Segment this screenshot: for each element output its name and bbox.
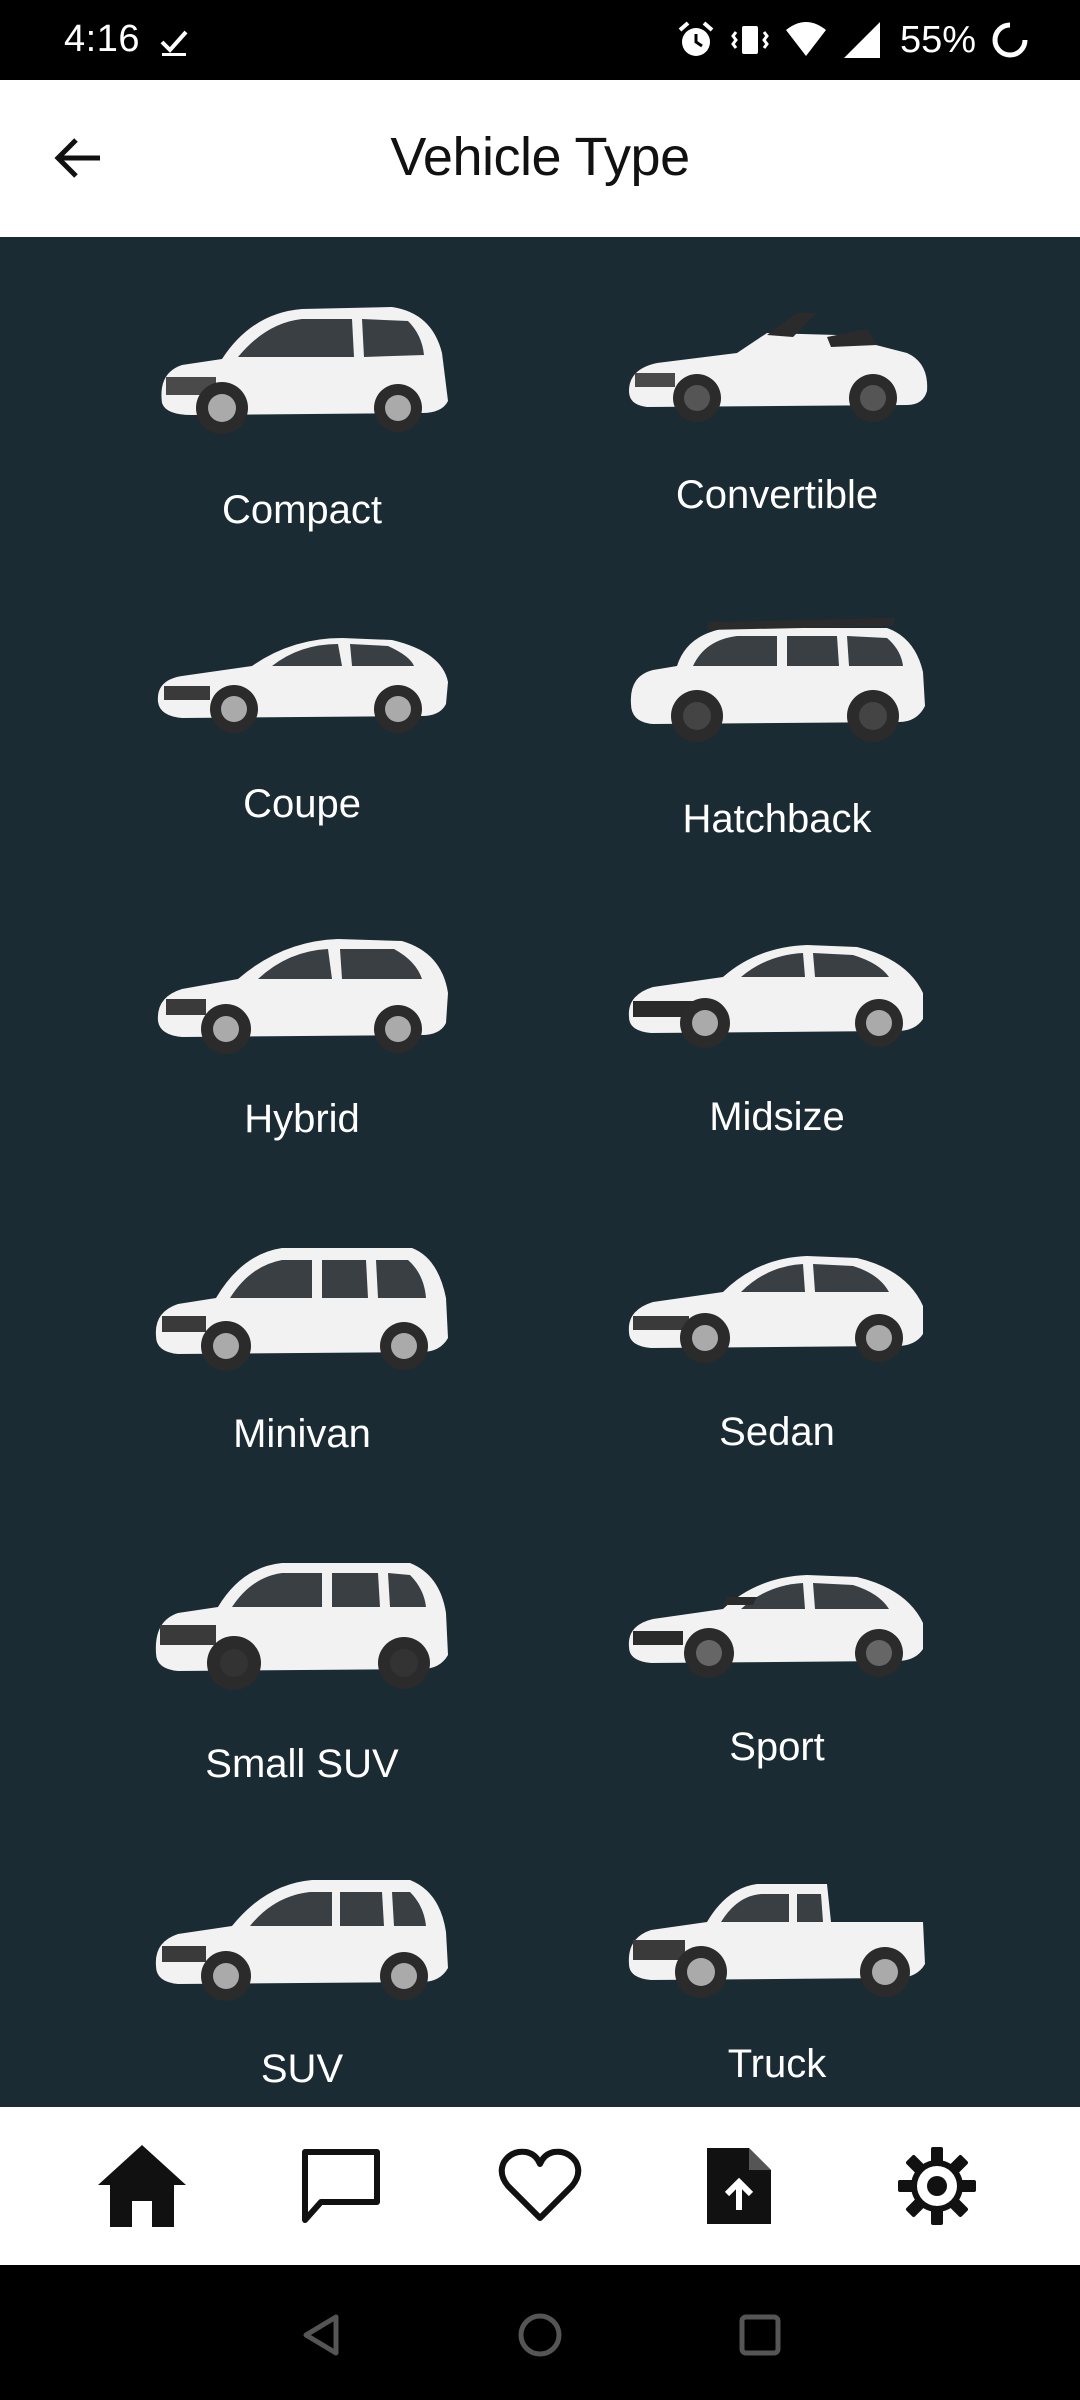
vehicle-card-minivan[interactable]: Minivan — [132, 1212, 472, 1492]
truck-car-image — [628, 1884, 925, 1998]
status-bar: 4:16 55% — [0, 0, 1080, 80]
sedan-car-image — [628, 1256, 923, 1363]
heart-icon — [498, 2148, 582, 2221]
vehicle-card-truck[interactable]: Truck — [607, 1842, 947, 2122]
nav-favorites[interactable] — [465, 2107, 615, 2265]
hybrid-car-image — [157, 939, 448, 1054]
system-back-button[interactable] — [282, 2295, 362, 2375]
wifi-icon — [785, 22, 826, 56]
vehicle-label: Sedan — [719, 1410, 835, 1454]
minivan-car-image — [155, 1248, 448, 1371]
recents-square-icon — [739, 2314, 781, 2356]
upload-file-icon — [707, 2148, 771, 2224]
settings-icon — [898, 2147, 976, 2225]
sport-car-image — [628, 1575, 923, 1678]
back-triangle-icon — [303, 2314, 339, 2356]
vehicle-label: Hybrid — [244, 1097, 360, 1141]
home-circle-icon — [518, 2313, 562, 2357]
vehicle-label: Compact — [221, 488, 383, 532]
hatchback-car-image — [630, 618, 925, 742]
vehicle-card-convertible[interactable]: Convertible — [607, 273, 947, 553]
vehicle-card-coupe[interactable]: Coupe — [132, 582, 472, 862]
page-title: Vehicle Type — [390, 127, 690, 187]
vehicle-card-sedan[interactable]: Sedan — [607, 1212, 947, 1492]
convertible-car-image — [629, 313, 928, 422]
vehicle-label: Sport — [729, 1725, 825, 1769]
vehicle-card-small-suv[interactable]: Small SUV — [132, 1527, 472, 1807]
midsize-car-image — [628, 945, 923, 1048]
status-icons: 55% — [676, 14, 1030, 66]
suv-car-image — [155, 1880, 448, 2001]
vehicle-label: Midsize — [709, 1095, 845, 1139]
vehicle-label: SUV — [260, 2047, 344, 2091]
vehicle-label: Truck — [727, 2042, 827, 2086]
nav-home[interactable] — [67, 2107, 217, 2265]
compact-car-image — [161, 307, 448, 434]
small-suv-car-image — [155, 1563, 448, 1690]
battery-icon — [992, 22, 1028, 58]
alarm-icon — [678, 21, 714, 56]
system-recents-button[interactable] — [720, 2295, 800, 2375]
download-check-icon — [160, 30, 188, 56]
bottom-navigation — [0, 2107, 1080, 2265]
battery-percent: 55% — [899, 18, 976, 61]
chat-icon — [302, 2149, 380, 2223]
vehicle-card-compact[interactable]: Compact — [132, 273, 472, 553]
vibrate-icon — [731, 26, 769, 54]
status-time: 4:16 — [64, 18, 140, 60]
vehicle-card-suv[interactable]: SUV — [132, 1842, 472, 2122]
vehicle-card-sport[interactable]: Sport — [607, 1527, 947, 1807]
system-navigation — [0, 2265, 1080, 2400]
vehicle-type-grid: Compact Convertible Coupe Hatchback Hybr… — [0, 237, 1080, 2107]
signal-icon — [843, 22, 880, 58]
vehicle-card-midsize[interactable]: Midsize — [607, 897, 947, 1177]
nav-upload[interactable] — [664, 2107, 814, 2265]
vehicle-card-hatchback[interactable]: Hatchback — [607, 582, 947, 862]
coupe-car-image — [157, 638, 448, 733]
nav-messages[interactable] — [266, 2107, 416, 2265]
vehicle-card-hybrid[interactable]: Hybrid — [132, 897, 472, 1177]
app-header: Vehicle Type — [0, 80, 1080, 237]
vehicle-label: Coupe — [243, 782, 361, 826]
vehicle-label: Convertible — [675, 473, 879, 517]
home-icon — [98, 2145, 186, 2227]
vehicle-label: Minivan — [233, 1412, 371, 1456]
vehicle-label: Hatchback — [682, 797, 872, 841]
system-home-button[interactable] — [500, 2295, 580, 2375]
nav-settings[interactable] — [862, 2107, 1012, 2265]
vehicle-label: Small SUV — [205, 1742, 399, 1786]
